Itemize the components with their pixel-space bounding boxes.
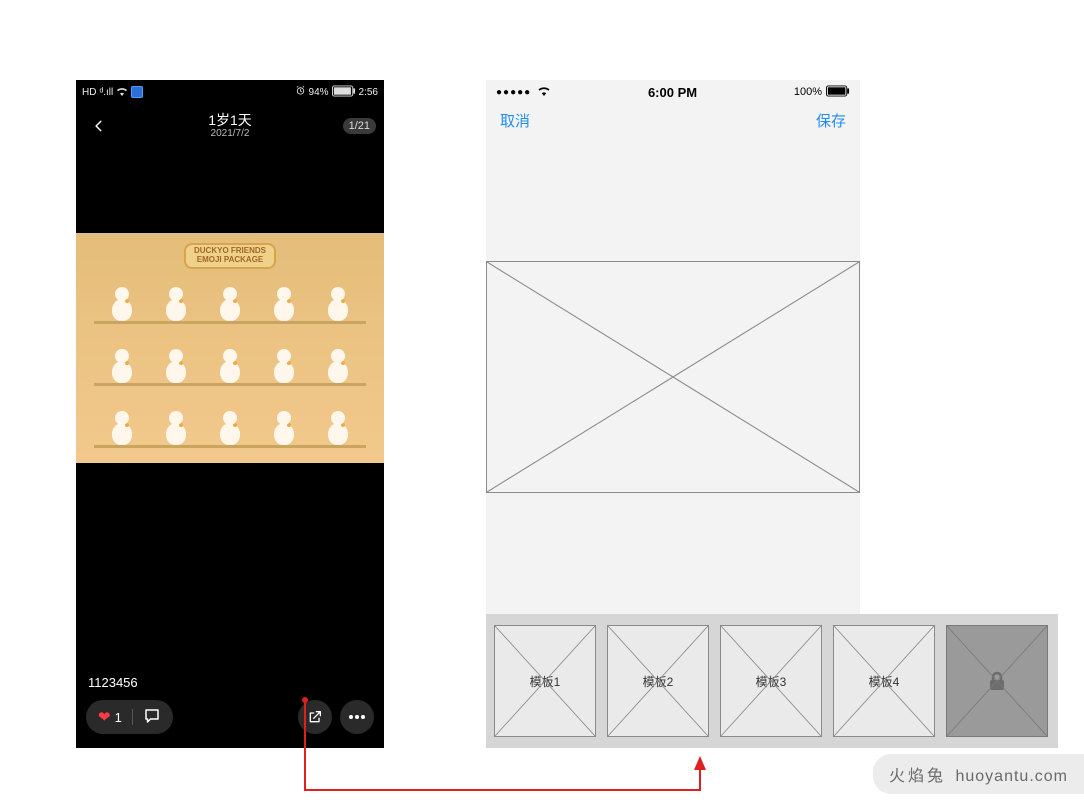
bottom-panel: 1123456 ❤ 1 xyxy=(76,659,384,748)
shelf-row xyxy=(94,271,365,324)
watermark-en: huoyantu.com xyxy=(955,768,1068,785)
signal-dots-icon: ●●●●● xyxy=(496,87,531,98)
watermark-badge: 火焰兔 huoyantu.com xyxy=(873,754,1084,794)
status-time: 6:00 PM xyxy=(551,85,794,100)
share-icon xyxy=(307,709,323,725)
wifi-icon xyxy=(537,85,551,99)
share-button[interactable] xyxy=(298,700,332,734)
shelf-sign-line2: EMOJI PACKAGE xyxy=(194,256,266,265)
shelf-row xyxy=(94,395,365,448)
photo-counter-badge: 1/21 xyxy=(343,118,376,134)
signal-icon: ᵈ.ıll xyxy=(99,87,113,98)
battery-percent: 100% xyxy=(794,86,822,98)
battery-percent: 94% xyxy=(309,87,329,98)
more-icon xyxy=(349,715,365,719)
action-row: ❤ 1 xyxy=(86,700,374,734)
status-bar-dark: HD ᵈ.ıll 94% 2:56 xyxy=(76,80,384,104)
right-screen: ●●●●● 6:00 PM 100% 取消 保存 模板1 模板2 模板3 xyxy=(486,80,860,748)
template-4[interactable]: 模板4 xyxy=(833,625,935,737)
page-subtitle: 2021/7/2 xyxy=(211,128,250,139)
separator xyxy=(132,709,133,725)
template-1[interactable]: 模板1 xyxy=(494,625,596,737)
watermark-zh: 火焰兔 xyxy=(889,768,946,785)
template-strip[interactable]: 模板1 模板2 模板3 模板4 xyxy=(486,614,1058,748)
title-bar: 1岁1天 2021/7/2 1/21 xyxy=(76,104,384,148)
photo-content: DUCKYO FRIENDS EMOJI PACKAGE xyxy=(76,233,384,463)
cancel-button[interactable]: 取消 xyxy=(500,110,530,131)
battery-icon xyxy=(332,85,356,100)
alarm-icon xyxy=(295,85,306,99)
shelf-sign: DUCKYO FRIENDS EMOJI PACKAGE xyxy=(184,243,276,269)
more-button[interactable] xyxy=(340,700,374,734)
comment-icon xyxy=(143,707,161,725)
battery-icon xyxy=(826,85,850,100)
shelf-row xyxy=(94,333,365,386)
hd-indicator: HD xyxy=(82,87,96,98)
editor-body xyxy=(486,140,860,614)
photo-viewer[interactable]: DUCKYO FRIENDS EMOJI PACKAGE xyxy=(76,148,384,548)
image-placeholder[interactable] xyxy=(486,261,860,493)
heart-icon: ❤ xyxy=(98,708,111,726)
template-3[interactable]: 模板3 xyxy=(720,625,822,737)
template-locked[interactable] xyxy=(946,625,1048,737)
like-count: 1 xyxy=(115,710,122,725)
back-button[interactable] xyxy=(84,104,114,148)
status-time: 2:56 xyxy=(359,87,378,98)
like-comment-pill: ❤ 1 xyxy=(86,700,173,734)
service-icon xyxy=(131,86,143,98)
nav-bar: 取消 保存 xyxy=(486,104,860,136)
photo-caption: 1123456 xyxy=(88,675,372,690)
status-bar-light: ●●●●● 6:00 PM 100% xyxy=(486,80,860,104)
save-button[interactable]: 保存 xyxy=(816,110,846,131)
like-button[interactable]: ❤ 1 xyxy=(98,708,122,726)
left-screen: HD ᵈ.ıll 94% 2:56 1岁1天 2021/7/2 1/21 DUC… xyxy=(76,80,384,748)
wifi-icon xyxy=(116,86,128,99)
comment-button[interactable] xyxy=(143,707,161,728)
page-title: 1岁1天 xyxy=(208,113,252,128)
template-2[interactable]: 模板2 xyxy=(607,625,709,737)
